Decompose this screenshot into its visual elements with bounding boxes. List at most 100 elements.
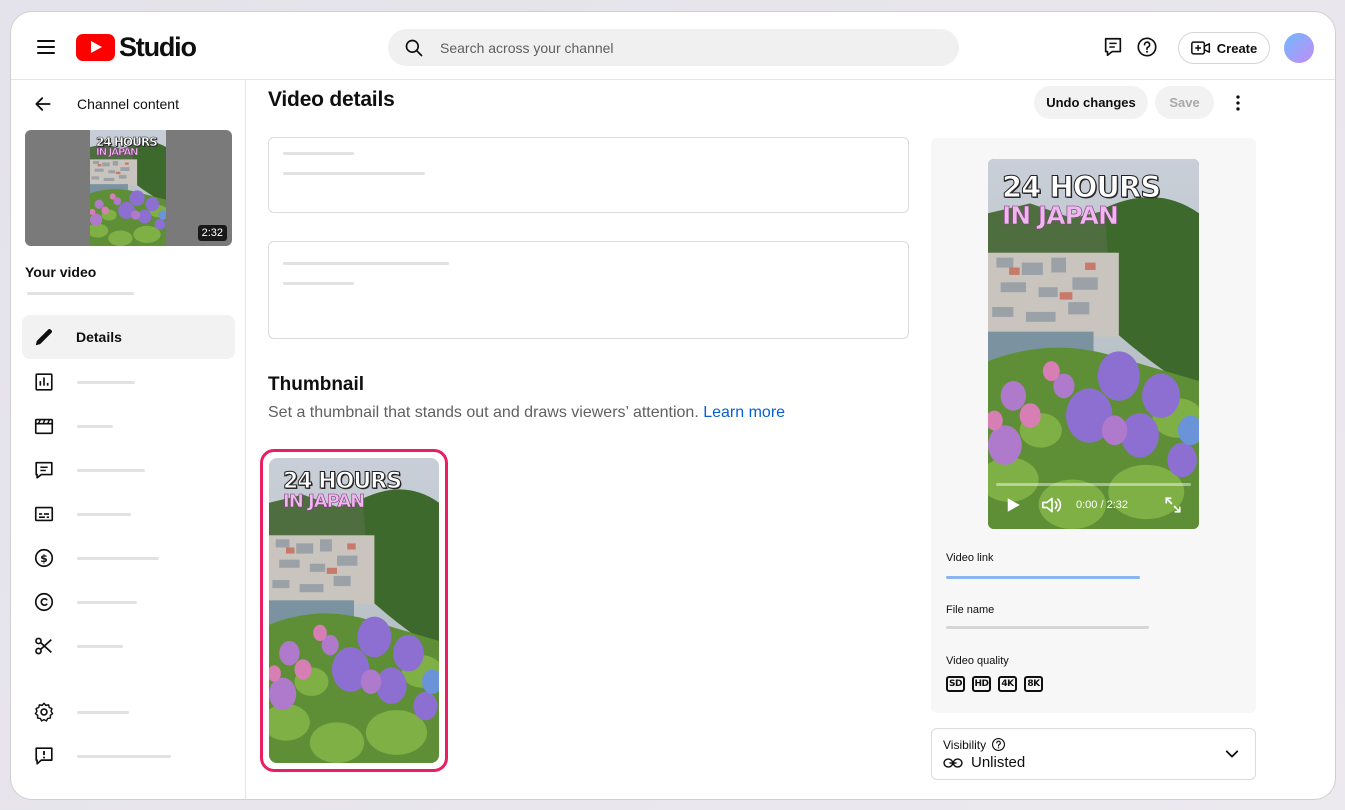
- studio-window: Studio Create Channel content 24 HOURS I…: [10, 11, 1336, 800]
- quality-hd-badge: HD: [972, 676, 991, 692]
- video-quality-badges: SD HD 4K 8K: [946, 676, 1043, 692]
- video-quality-label: Video quality: [946, 655, 1009, 667]
- sidebar-item-label-placeholder: [77, 469, 145, 472]
- title-field[interactable]: [268, 137, 909, 213]
- video-thumbnail-small[interactable]: 24 HOURS IN JAPAN 2:32: [25, 130, 232, 246]
- help-icon[interactable]: [1136, 36, 1158, 58]
- subtitles-icon: [34, 506, 54, 522]
- quality-sd-badge: SD: [946, 676, 965, 692]
- save-button: Save: [1155, 86, 1214, 119]
- pencil-icon: [35, 329, 52, 346]
- link-icon: [943, 757, 963, 768]
- thumbnail-description: Set a thumbnail that stands out and draw…: [268, 404, 785, 422]
- sidebar-item-subtitles[interactable]: [22, 492, 235, 536]
- sidebar-item-analytics[interactable]: [22, 360, 235, 404]
- sidebar-item-label-placeholder: [77, 513, 131, 516]
- field-label-placeholder: [283, 262, 449, 265]
- progress-bar[interactable]: [996, 483, 1191, 486]
- sidebar-item-label-placeholder: [77, 557, 159, 560]
- field-value-placeholder: [283, 172, 425, 175]
- thumbnail-artwork: 24 HOURS IN JAPAN: [269, 458, 439, 763]
- arrow-back-icon: [35, 97, 51, 111]
- editor-icon: [34, 418, 54, 435]
- selected-thumbnail[interactable]: 24 HOURS IN JAPAN: [260, 449, 448, 772]
- volume-icon[interactable]: [1040, 495, 1064, 515]
- description-field[interactable]: [268, 241, 909, 339]
- undo-changes-button[interactable]: Undo changes: [1034, 86, 1148, 119]
- svg-text:$: $: [40, 552, 48, 565]
- play-icon[interactable]: [1004, 496, 1022, 514]
- feedback-icon[interactable]: [1102, 36, 1124, 58]
- create-video-icon: [1190, 41, 1210, 55]
- sidebar-item-label-placeholder: [77, 381, 135, 384]
- sidebar-item-comments[interactable]: [22, 448, 235, 492]
- sidebar-item-label-placeholder: [77, 755, 171, 758]
- duration-badge: 2:32: [197, 225, 227, 241]
- settings-icon: [34, 702, 54, 722]
- sidebar-item-label-placeholder: [77, 425, 113, 428]
- create-button[interactable]: Create: [1178, 32, 1270, 64]
- fullscreen-icon[interactable]: [1164, 496, 1182, 514]
- player-controls: 0:00 / 2:32: [988, 479, 1199, 529]
- top-bar: Studio Create: [11, 12, 1335, 80]
- sidebar-item-label: Details: [76, 329, 122, 345]
- video-player[interactable]: 24 HOURS IN JAPAN 0:00 / 2:32: [988, 159, 1199, 529]
- sidebar-item-settings[interactable]: [22, 690, 235, 734]
- analytics-icon: [35, 373, 53, 391]
- video-title-placeholder: [27, 292, 134, 295]
- learn-more-link[interactable]: Learn more: [703, 404, 785, 421]
- video-link-label: Video link: [946, 552, 994, 564]
- studio-logo[interactable]: Studio: [76, 31, 197, 62]
- sidebar-item-monetization[interactable]: $: [22, 536, 235, 580]
- menu-icon[interactable]: [37, 40, 55, 54]
- playback-time: 0:00 / 2:32: [1076, 499, 1128, 511]
- field-label-placeholder: [283, 152, 354, 155]
- help-icon[interactable]: [991, 737, 1006, 752]
- search-icon: [405, 39, 423, 57]
- clips-icon: [35, 637, 52, 655]
- thumbnail-title-line1: 24 HOURS: [282, 469, 402, 494]
- file-name-placeholder: [946, 626, 1149, 629]
- copyright-icon: [34, 592, 54, 612]
- sidebar-item-copyright[interactable]: [22, 580, 235, 624]
- avatar[interactable]: [1284, 33, 1314, 63]
- your-video-label: Your video: [25, 264, 97, 280]
- thumbnail-title-line2: IN JAPAN: [96, 147, 139, 158]
- sidebar-item-clips[interactable]: [22, 624, 235, 668]
- search-input[interactable]: [440, 29, 940, 66]
- thumbnail-description-text: Set a thumbnail that stands out and draw…: [268, 404, 699, 421]
- sidebar: Channel content 24 HOURS IN JAPAN 2:32 Y…: [11, 80, 246, 799]
- back-to-channel-content[interactable]: Channel content: [33, 92, 179, 116]
- sidebar-item-send-feedback[interactable]: [22, 734, 235, 778]
- video-title-line1: 24 HOURS: [1001, 170, 1161, 204]
- logo-text: Studio: [119, 31, 197, 62]
- comments-icon: [35, 461, 53, 479]
- field-value-placeholder: [283, 282, 354, 285]
- file-name-label: File name: [946, 604, 995, 616]
- thumbnail-heading: Thumbnail: [268, 374, 365, 395]
- video-link-placeholder[interactable]: [946, 576, 1140, 579]
- visibility-dropdown[interactable]: Visibility Unlisted: [931, 728, 1256, 780]
- visibility-label-row: Visibility: [943, 737, 1006, 752]
- search-bar[interactable]: [388, 29, 959, 66]
- thumbnail-title-line2: IN JAPAN: [283, 491, 366, 512]
- chevron-down-icon: [1225, 750, 1239, 758]
- sidebar-item-label-placeholder: [77, 601, 137, 604]
- back-label: Channel content: [77, 96, 179, 112]
- video-preview-panel: 24 HOURS IN JAPAN 0:00 / 2:32 Video link…: [931, 138, 1256, 713]
- sidebar-item-label-placeholder: [77, 645, 123, 648]
- sidebar-item-label-placeholder: [77, 711, 129, 714]
- send-feedback-icon: [35, 747, 53, 765]
- page-title: Video details: [268, 88, 395, 111]
- sidebar-item-editor[interactable]: [22, 404, 235, 448]
- visibility-value-row: Unlisted: [943, 754, 1025, 771]
- quality-4k-badge: 4K: [998, 676, 1017, 692]
- thumbnail-artwork: 24 HOURS IN JAPAN: [90, 130, 166, 246]
- quality-8k-badge: 8K: [1024, 676, 1043, 692]
- sidebar-item-details[interactable]: Details: [22, 315, 235, 359]
- video-title-line2: IN JAPAN: [1002, 201, 1119, 230]
- more-options-icon[interactable]: [1227, 92, 1249, 114]
- youtube-play-logo-icon: [76, 33, 115, 61]
- monetization-icon: $: [34, 548, 54, 568]
- visibility-value: Unlisted: [971, 754, 1026, 771]
